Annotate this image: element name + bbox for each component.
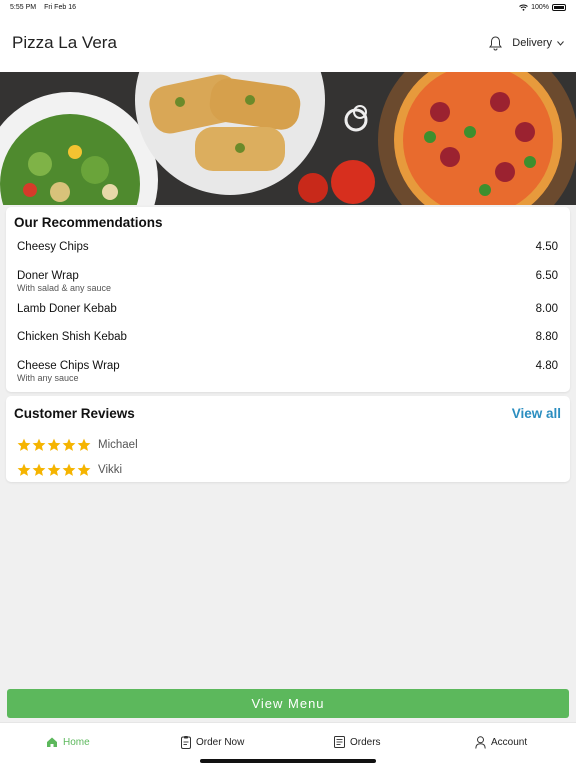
- tab-order-now[interactable]: Order Now: [181, 736, 244, 749]
- delivery-dropdown[interactable]: Delivery: [512, 37, 564, 49]
- tab-account[interactable]: Account: [475, 736, 527, 749]
- item-price: 6.50: [535, 270, 558, 282]
- item-price: 4.80: [535, 360, 558, 372]
- delivery-label: Delivery: [512, 37, 552, 49]
- item-price: 8.00: [535, 303, 558, 315]
- tab-home[interactable]: Home: [46, 736, 90, 748]
- wifi-icon: [519, 4, 528, 11]
- battery-percent: 100%: [531, 3, 549, 11]
- hero-banner-image: [0, 72, 576, 205]
- star-icon: [77, 438, 91, 451]
- reviews-title: Customer Reviews: [14, 406, 135, 421]
- battery-icon: [552, 3, 566, 11]
- star-icon: [17, 463, 31, 476]
- star-icon: [62, 463, 76, 476]
- recommendation-item[interactable]: Cheesy Chips 4.50: [17, 241, 558, 253]
- item-name: Doner Wrap: [17, 270, 79, 282]
- item-name: Lamb Doner Kebab: [17, 303, 117, 315]
- review-item[interactable]: Michael: [17, 438, 138, 452]
- recommendation-item[interactable]: Chicken Shish Kebab 8.80: [17, 331, 558, 343]
- item-price: 4.50: [535, 241, 558, 253]
- recommendations-title: Our Recommendations: [14, 215, 163, 230]
- reviewer-name: Vikki: [98, 464, 123, 476]
- order-icon: [181, 736, 191, 749]
- star-icon: [32, 463, 46, 476]
- item-description: With salad & any sauce: [17, 283, 112, 293]
- reviewer-name: Michael: [98, 439, 138, 451]
- tab-orders[interactable]: Orders: [334, 736, 381, 748]
- app-header: Pizza La Vera Delivery: [0, 14, 576, 72]
- tab-home-label: Home: [63, 736, 90, 748]
- status-bar: 5:55 PM Fri Feb 16 100%: [0, 0, 576, 14]
- recommendation-item[interactable]: Cheese Chips Wrap With any sauce 4.80: [17, 360, 558, 383]
- review-item[interactable]: Vikki: [17, 463, 122, 477]
- recommendation-item[interactable]: Doner Wrap With salad & any sauce 6.50: [17, 270, 558, 293]
- star-icon: [77, 463, 91, 476]
- receipt-icon: [334, 736, 345, 748]
- tab-orders-label: Orders: [350, 736, 381, 748]
- recommendation-item[interactable]: Lamb Doner Kebab 8.00: [17, 303, 558, 315]
- star-icon: [32, 438, 46, 451]
- view-menu-button[interactable]: View Menu: [7, 689, 569, 718]
- star-rating: [17, 438, 91, 452]
- status-time: 5:55 PM: [10, 3, 37, 11]
- tab-account-label: Account: [491, 737, 528, 748]
- bell-icon[interactable]: [489, 35, 503, 51]
- star-icon: [62, 438, 76, 451]
- item-name: Cheese Chips Wrap: [17, 360, 120, 372]
- status-date: Fri Feb 16: [44, 3, 76, 11]
- app-title: Pizza La Vera: [12, 33, 117, 52]
- recommendations-card: Our Recommendations Cheesy Chips 4.50 Do…: [6, 207, 570, 392]
- view-all-link[interactable]: View all: [512, 406, 561, 421]
- star-icon: [47, 463, 61, 476]
- item-price: 8.80: [535, 331, 558, 343]
- user-icon: [475, 736, 486, 749]
- home-indicator: [200, 759, 376, 763]
- home-icon: [47, 737, 57, 747]
- item-description: With any sauce: [17, 373, 79, 383]
- star-icon: [47, 438, 61, 451]
- reviews-card: Customer Reviews View all Michael Vikki: [6, 396, 570, 482]
- item-name: Chicken Shish Kebab: [17, 331, 127, 343]
- star-rating: [17, 463, 91, 477]
- chevron-down-icon: [557, 40, 564, 46]
- star-icon: [17, 438, 31, 451]
- item-name: Cheesy Chips: [17, 241, 89, 253]
- tab-order-now-label: Order Now: [196, 737, 245, 748]
